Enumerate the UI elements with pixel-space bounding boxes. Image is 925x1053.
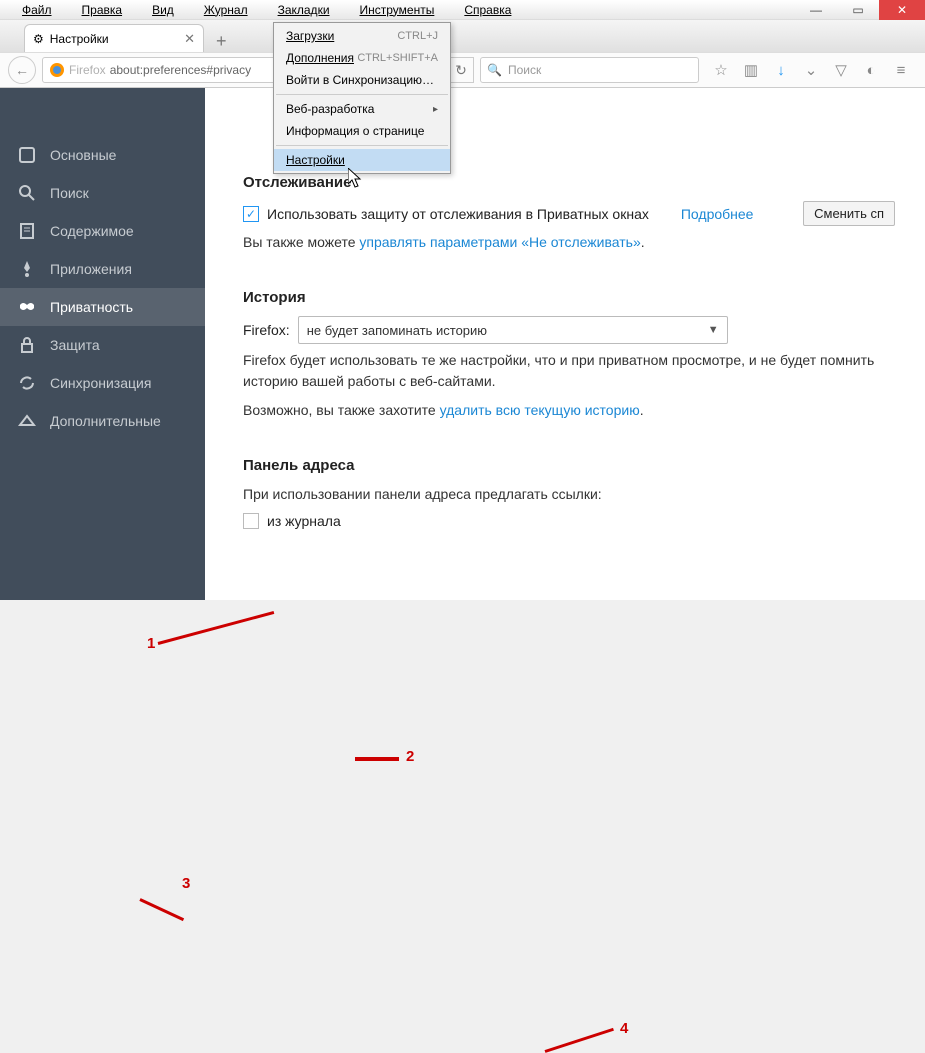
star-icon[interactable]: ☆ — [711, 60, 731, 80]
tracking-change-button[interactable]: Сменить сп — [803, 201, 895, 226]
sidebar-item-security[interactable]: Защита — [0, 326, 205, 364]
shield-icon[interactable]: ▽ — [831, 60, 851, 80]
menu-history[interactable]: Журнал — [190, 1, 262, 19]
maximize-button[interactable]: ▭ — [837, 0, 879, 20]
menu-bookmarks[interactable]: Закладки — [264, 1, 344, 19]
sync-icon — [18, 374, 36, 392]
account-icon[interactable]: ◐ — [861, 60, 881, 80]
mask-icon — [18, 298, 36, 316]
sidebar-item-advanced[interactable]: Дополнительные — [0, 402, 205, 440]
sidebar-item-label: Синхронизация — [50, 375, 151, 391]
hat-icon — [18, 412, 36, 430]
clear-history-link[interactable]: удалить всю текущую историю — [440, 402, 640, 418]
search-icon — [18, 184, 36, 202]
sidebar-item-search[interactable]: Поиск — [0, 174, 205, 212]
new-tab-button[interactable]: + — [210, 31, 233, 52]
menu-help[interactable]: Справка — [450, 1, 525, 19]
sidebar-item-label: Содержимое — [50, 223, 134, 239]
menu-tools[interactable]: Инструменты — [346, 1, 449, 19]
search-icon: 🔍 — [487, 63, 502, 77]
addressbar-opt-label: из журнала — [267, 513, 341, 529]
addressbar-desc: При использовании панели адреса предлага… — [243, 484, 895, 505]
menu-file[interactable]: Файл — [8, 1, 66, 19]
lock-icon — [18, 336, 36, 354]
history-mode-select[interactable]: не будет запоминать историю ▼ — [298, 316, 728, 344]
addressbar-history-checkbox[interactable]: ✓ — [243, 513, 259, 529]
titlebar: Файл Правка Вид Журнал Закладки Инструме… — [0, 0, 925, 20]
menu-separator — [276, 145, 448, 146]
menu-item-downloads[interactable]: ЗагрузкиCTRL+J — [274, 25, 450, 47]
sidebar-item-applications[interactable]: Приложения — [0, 250, 205, 288]
sidebar-item-label: Поиск — [50, 185, 89, 201]
url-address: about:preferences#privacy — [110, 63, 251, 77]
square-icon — [18, 146, 36, 164]
tracking-dnt-link[interactable]: управлять параметрами «Не отслеживать» — [359, 234, 640, 250]
history-heading: История — [243, 289, 895, 306]
tab-close-icon[interactable]: ✕ — [184, 31, 195, 47]
gear-icon: ⚙ — [33, 32, 44, 46]
preferences-sidebar: Основные Поиск Содержимое Приложения При… — [0, 88, 205, 600]
history-suggest-prefix: Возможно, вы также захотите — [243, 402, 440, 418]
menubar: Файл Правка Вид Журнал Закладки Инструме… — [0, 1, 525, 19]
chevron-down-icon: ▼ — [708, 324, 719, 336]
url-brand: Firefox — [69, 63, 106, 77]
menu-item-addons[interactable]: ДополненияCTRL+SHIFT+A — [274, 47, 450, 69]
tracking-checkbox-label: Использовать защиту от отслеживания в Пр… — [267, 206, 649, 222]
tracking-checkbox[interactable]: ✓ — [243, 206, 259, 222]
nav-toolbar: ← Firefox about:preferences#privacy ↻ 🔍 … — [0, 52, 925, 88]
history-suggest-suffix: . — [640, 402, 644, 418]
menu-separator — [276, 94, 448, 95]
tab-settings[interactable]: ⚙ Настройки ✕ — [24, 24, 204, 52]
close-button[interactable]: ✕ — [879, 0, 925, 20]
tab-strip: ⚙ Настройки ✕ + — [0, 20, 925, 52]
menu-edit[interactable]: Правка — [68, 1, 137, 19]
tracking-heading: Отслеживание — [243, 174, 895, 191]
search-bar[interactable]: 🔍 Поиск — [480, 57, 699, 83]
tools-menu-dropdown: ЗагрузкиCTRL+J ДополненияCTRL+SHIFT+A Во… — [273, 22, 451, 174]
sidebar-item-general[interactable]: Основные — [0, 136, 205, 174]
history-select-value: не будет запоминать историю — [307, 323, 487, 338]
sidebar-item-content[interactable]: Содержимое — [0, 212, 205, 250]
sidebar-item-sync[interactable]: Синхронизация — [0, 364, 205, 402]
downloads-icon[interactable]: ↓ — [771, 60, 791, 80]
sidebar-item-privacy[interactable]: Приватность — [0, 288, 205, 326]
minimize-button[interactable]: — — [795, 0, 837, 20]
history-description: Firefox будет использовать те же настрой… — [243, 350, 895, 392]
tracking-note-prefix: Вы также можете — [243, 234, 359, 250]
addressbar-heading: Панель адреса — [243, 457, 895, 474]
tracking-more-link[interactable]: Подробнее — [681, 206, 754, 222]
sidebar-item-label: Приватность — [50, 299, 133, 315]
rocket-icon — [18, 260, 36, 278]
menu-item-pageinfo[interactable]: Информация о странице — [274, 120, 450, 142]
menu-view[interactable]: Вид — [138, 1, 188, 19]
content-area: Основные Поиск Содержимое Приложения При… — [0, 88, 925, 600]
sidebar-item-label: Защита — [50, 337, 100, 353]
firefox-icon — [49, 62, 65, 78]
menu-item-webdev[interactable]: Веб-разработка — [274, 98, 450, 120]
toolbar-icons: ☆ ▥ ↓ ⌄ ▽ ◐ ≡ — [705, 60, 917, 80]
menu-icon[interactable]: ≡ — [891, 60, 911, 80]
pocket-icon[interactable]: ⌄ — [801, 60, 821, 80]
sidebar-item-label: Основные — [50, 147, 116, 163]
sidebar-item-label: Приложения — [50, 261, 132, 277]
reload-button[interactable]: ↻ — [448, 57, 474, 83]
search-placeholder: Поиск — [508, 63, 541, 77]
tab-title: Настройки — [50, 32, 109, 46]
history-label: Firefox: — [243, 322, 290, 338]
tracking-note-suffix: . — [641, 234, 645, 250]
menu-item-sync-signin[interactable]: Войти в Синхронизацию… — [274, 69, 450, 91]
sidebar-item-label: Дополнительные — [50, 413, 161, 429]
library-icon[interactable]: ▥ — [741, 60, 761, 80]
back-button[interactable]: ← — [8, 56, 36, 84]
document-icon — [18, 222, 36, 240]
window-controls: — ▭ ✕ — [795, 0, 925, 20]
mouse-cursor-icon — [348, 168, 364, 193]
